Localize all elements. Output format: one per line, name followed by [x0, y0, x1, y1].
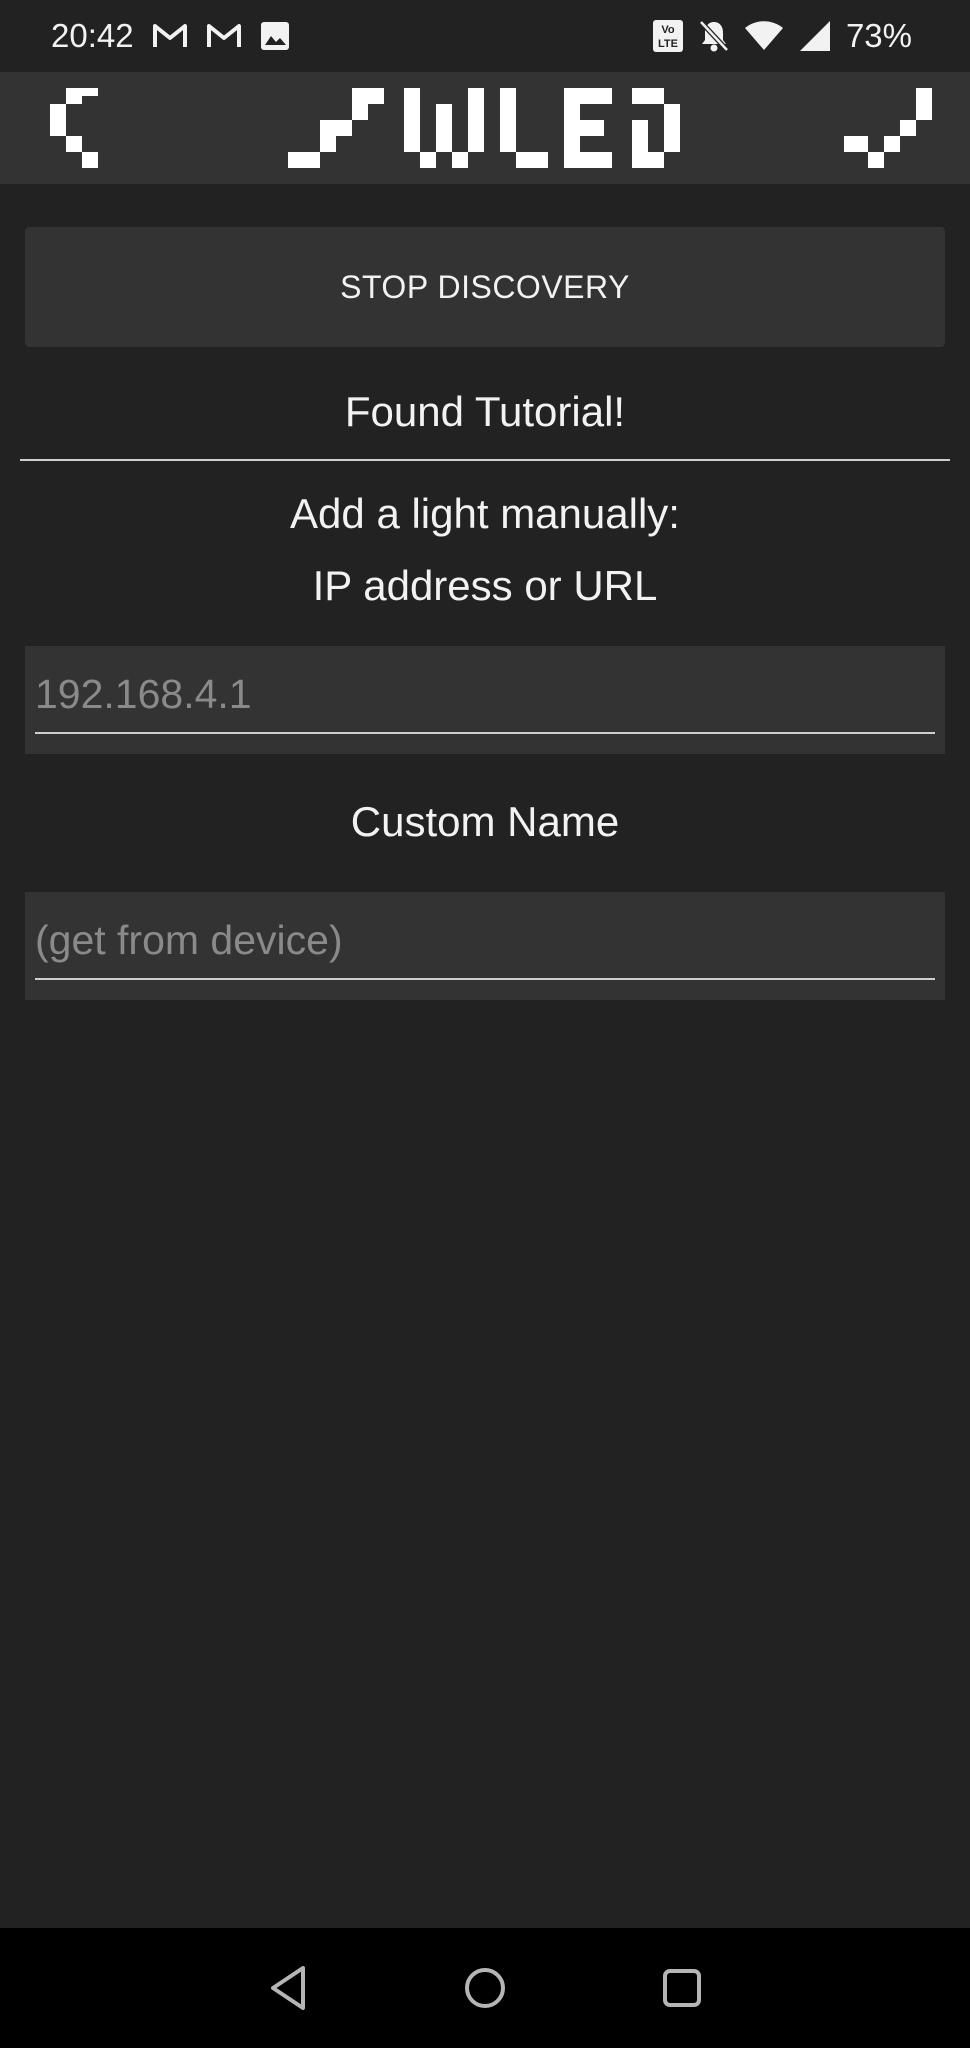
wled-logo: [288, 88, 680, 168]
ip-address-field-container: [25, 646, 945, 754]
nav-recents-button[interactable]: [652, 1958, 712, 2018]
home-circle-icon: [465, 1968, 505, 2008]
status-right: Vo LTE 73%: [652, 0, 912, 72]
clock: 20:42: [51, 17, 134, 54]
manual-add-line2: IP address or URL: [312, 562, 658, 609]
custom-name-field-container: [25, 892, 945, 1000]
stop-discovery-button[interactable]: STOP DISCOVERY: [25, 227, 945, 347]
gmail-icon: [206, 22, 242, 50]
confirm-button[interactable]: [844, 88, 932, 168]
battery-percent: 73%: [845, 17, 912, 54]
divider: [20, 459, 950, 461]
back-chevron-icon: [50, 88, 98, 168]
custom-name-label: Custom Name: [350, 798, 620, 845]
volte-top-text: Vo: [661, 24, 675, 36]
navigation-bar: [0, 1928, 970, 2048]
volte-bottom-text: LTE: [658, 38, 678, 50]
wifi-icon: [744, 20, 784, 52]
volte-icon: Vo LTE: [652, 19, 684, 53]
cell-signal-icon: [798, 19, 832, 53]
back-button[interactable]: [50, 88, 114, 168]
wled-logo-pixel-art: [288, 88, 680, 168]
manual-add-heading: Add a light manually: IP address or URL: [0, 478, 970, 622]
notifications-off-icon: [698, 19, 730, 53]
status-bar: 20:42 Vo LTE 73%: [0, 0, 970, 72]
status-left: 20:42: [51, 17, 290, 55]
gmail-icon: [152, 22, 188, 50]
nav-home-button[interactable]: [455, 1958, 515, 2018]
recents-square-icon: [663, 1969, 701, 2007]
ip-address-input[interactable]: [35, 664, 935, 724]
image-icon: [260, 21, 290, 51]
app-toolbar: [0, 72, 970, 184]
found-device-text[interactable]: Found Tutorial!: [0, 388, 970, 436]
nav-back-button[interactable]: [259, 1958, 319, 2018]
screen: 20:42 Vo LTE 73% STOP DISCOVERY Found Tu…: [0, 0, 970, 2048]
custom-name-underline: [35, 978, 935, 980]
custom-name-input[interactable]: [35, 910, 935, 970]
checkmark-icon: [844, 88, 932, 168]
manual-add-line1: Add a light manually:: [290, 490, 680, 537]
back-triangle-icon: [271, 1966, 305, 2010]
ip-address-underline: [35, 732, 935, 734]
